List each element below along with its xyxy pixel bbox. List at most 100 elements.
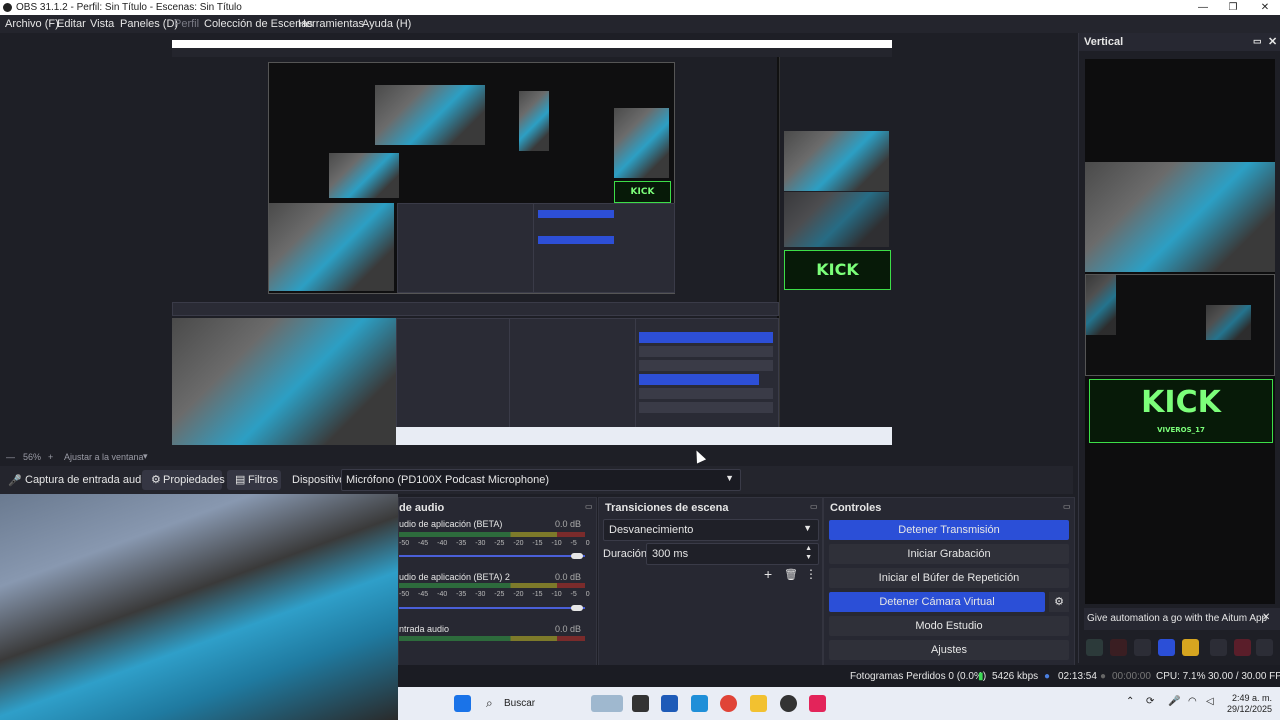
menu-coleccion-escenas[interactable]: Colección de Escenas [204,18,313,30]
float-icon[interactable]: ▭ [585,502,594,511]
menu-bar: Archivo (F) Editar Vista Paneles (D) Per… [0,15,1280,33]
clock[interactable]: 2:49 a. m. 29/12/2025 [1227,693,1272,715]
chevron-down-icon[interactable]: ▾ [143,451,148,462]
vertical-kick-logo: KICK VIVEROS_17 [1089,379,1273,443]
channel-db: 0.0 dB [554,572,581,582]
vertical-webcam [1085,162,1275,272]
preview-canvas[interactable]: KICK KICK [172,40,892,445]
menu-perfil[interactable]: Perfil [174,18,199,30]
stop-virtual-camera-button[interactable]: Detener Cámara Virtual [829,592,1045,612]
store-icon[interactable] [661,695,678,712]
vertical-kick-sub: VIVEROS_17 [1157,426,1205,434]
square-icon[interactable] [1134,639,1151,656]
network-icon[interactable]: ⟳ [1146,696,1154,707]
volume-slider-knob[interactable] [571,553,583,559]
transition-select[interactable]: Desvanecimiento ▼ [603,519,819,541]
zoom-out-button[interactable]: — [6,452,15,462]
device-select[interactable]: Micrófono (PD100X Podcast Microphone) ▼ [341,469,741,491]
filters-button[interactable]: ▤ Filtros [227,470,281,490]
menu-ayuda[interactable]: Ayuda (H) [362,18,411,30]
fit-window-select[interactable]: Ajustar a la ventana [64,452,144,462]
studio-mode-button[interactable]: Modo Estudio [829,616,1069,636]
source-name: Captura de entrada audio [25,474,150,486]
task-view-icon[interactable] [632,695,649,712]
transition-selected: Desvanecimiento [609,524,694,536]
float-icon[interactable]: ▭ [1253,36,1262,47]
minimize-button[interactable]: — [1188,0,1218,15]
float-icon[interactable]: ▭ [810,502,819,511]
microphone-icon[interactable]: 🎤 [1168,696,1180,707]
stop-stream-button[interactable]: Detener Transmisión [829,520,1069,540]
wifi-icon[interactable]: ◠ [1188,696,1197,707]
signal-icon: ▮ [978,671,984,682]
zoom-level: 56% [23,452,42,462]
widget-icon[interactable] [591,695,623,712]
add-icon[interactable]: + [764,566,772,582]
volume-meter [399,636,585,641]
windows-taskbar: ⌕ Buscar ⌃ ⟳ 🎤 ◠ ◁ 2:49 a. m. 29/12/2025 [398,687,1280,720]
gear-icon: ⚙ [151,474,161,486]
controls-dock: Controles ▭ Detener Transmisión Iniciar … [823,497,1075,666]
close-icon[interactable]: ✕ [1268,35,1277,48]
record-icon[interactable] [1110,639,1127,656]
nested-kick-logo: KICK [614,181,671,203]
more-icon[interactable]: ⋮ [805,567,817,581]
filters-label: Filtros [248,474,278,486]
chrome-icon[interactable] [720,695,737,712]
vertical-kick-text: KICK [1141,385,1221,420]
volume-slider[interactable] [399,607,585,609]
nested-webcam [269,203,394,291]
edge-icon[interactable] [691,695,708,712]
zoom-in-button[interactable]: + [48,452,53,462]
settings-button[interactable]: Ajustes [829,640,1069,660]
spin-arrows-icon[interactable]: ▲ ▼ [805,544,812,562]
heart-icon[interactable] [1234,639,1251,656]
folder-icon[interactable] [750,695,767,712]
folder-icon[interactable] [1182,639,1199,656]
search-icon[interactable]: ⌕ [486,696,493,711]
start-recording-button[interactable]: Iniciar Grabación [829,544,1069,564]
aitum-close-button[interactable]: ✕ [1262,612,1270,623]
zoom-bar: — 56% + Ajustar a la ventana ▾ [0,451,1063,465]
nested-mixer [397,203,534,293]
volume-slider[interactable] [399,555,585,557]
aitum-icon-bar [1084,632,1280,662]
chevron-up-icon[interactable]: ⌃ [1126,696,1134,707]
nested-source-toolbar [172,302,779,316]
volume-meter [399,583,585,588]
menu-archivo[interactable]: Archivo (F) [5,18,59,30]
volume-icon[interactable]: ◁ [1206,696,1214,707]
stream-time: 02:13:54 [1058,671,1097,682]
volume-slider-knob[interactable] [571,605,583,611]
menu-herramientas[interactable]: Herramientas [298,18,364,30]
properties-button[interactable]: ⚙ Propiedades [142,470,225,490]
trash-icon[interactable]: 🗑 [784,568,798,581]
obs-icon[interactable] [780,695,797,712]
nested-taskbar [396,427,892,445]
refresh-icon[interactable] [1158,639,1175,656]
menu-editar[interactable]: Editar [57,18,86,30]
nested-replay [639,360,773,371]
nested-webcam-large [172,318,396,445]
link-icon[interactable] [1086,639,1103,656]
vertical-canvas[interactable]: KICK VIVEROS_17 [1085,59,1275,604]
nested-screen-capture: KICK [268,62,675,294]
menu-vista[interactable]: Vista [90,18,114,30]
tiktok-icon[interactable] [809,695,826,712]
duration-spinbox[interactable]: 300 ms ▲ ▼ [646,543,819,565]
transitions-dock: Transiciones de escena ▭ Desvanecimiento… [598,497,823,666]
gear-icon[interactable] [1210,639,1227,656]
maximize-button[interactable]: ❐ [1218,0,1248,15]
start-icon[interactable] [454,695,471,712]
menu-paneles[interactable]: Paneles (D) [120,18,178,30]
gear-icon[interactable]: ⚙ [1049,592,1069,612]
fps: 30.00 / 30.00 FPS [1208,671,1280,682]
close-button[interactable]: ✕ [1250,0,1280,15]
undo-icon[interactable] [1256,639,1273,656]
float-icon[interactable]: ▭ [1063,502,1072,511]
taskbar-search[interactable]: Buscar [504,698,535,709]
obs-logo-icon [3,3,12,12]
start-replay-buffer-button[interactable]: Iniciar el Búfer de Repetición [829,568,1069,588]
channel-db: 0.0 dB [554,624,581,634]
stream-icon: ● [1044,671,1051,682]
